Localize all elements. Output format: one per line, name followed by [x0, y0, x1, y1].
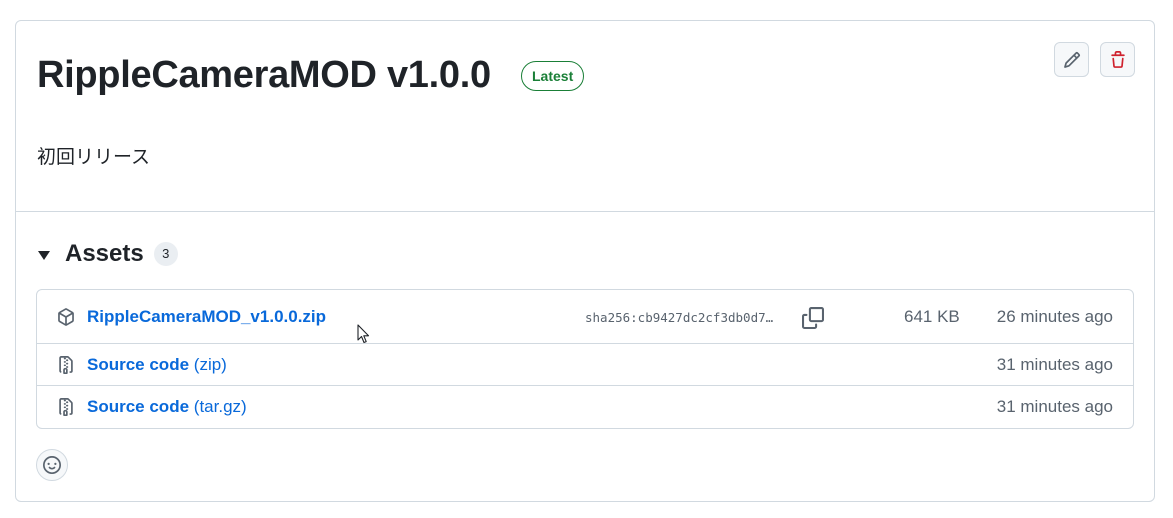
link-label: Source code	[87, 355, 190, 374]
assets-heading: Assets	[65, 240, 144, 267]
add-reaction-button[interactable]	[36, 449, 68, 481]
file-zip-icon	[59, 398, 73, 416]
assets-toggle[interactable]: Assets 3	[36, 239, 178, 269]
delete-button[interactable]	[1100, 42, 1135, 77]
asset-time: 26 minutes ago	[996, 307, 1113, 326]
release-card: RippleCameraMOD v1.0.0 Latest 初回リリース Ass…	[15, 20, 1155, 502]
release-header: RippleCameraMOD v1.0.0 Latest 初回リリース	[16, 21, 1154, 211]
copy-sha-button[interactable]	[802, 307, 824, 329]
release-notes: 初回リリース	[37, 147, 151, 168]
list-item: Source code (zip) 31 minutes ago	[37, 344, 1133, 386]
list-item: RippleCameraMOD_v1.0.0.zip sha256:cb9427…	[37, 290, 1133, 344]
mouse-cursor-icon	[357, 324, 370, 344]
list-item: Source code (tar.gz) 31 minutes ago	[37, 386, 1133, 428]
link-suffix: (zip)	[193, 355, 227, 374]
latest-badge: Latest	[521, 61, 585, 91]
release-title: RippleCameraMOD v1.0.0	[37, 54, 491, 96]
asset-time: 31 minutes ago	[996, 355, 1113, 374]
asset-download-link[interactable]: RippleCameraMOD_v1.0.0.zip	[87, 307, 326, 327]
source-code-targz-link[interactable]: Source code (tar.gz)	[87, 397, 247, 417]
trash-icon	[1110, 50, 1125, 68]
assets-count-badge: 3	[153, 242, 178, 266]
pencil-icon	[1063, 51, 1080, 68]
asset-sha256: sha256:cb9427dc2cf3db0d7…	[585, 310, 774, 325]
file-zip-icon	[59, 356, 73, 374]
asset-size: 641 KB	[904, 307, 960, 326]
edit-button[interactable]	[1054, 42, 1089, 77]
copy-icon	[802, 307, 824, 329]
asset-list: RippleCameraMOD_v1.0.0.zip sha256:cb9427…	[36, 289, 1134, 429]
section-divider	[16, 211, 1154, 212]
package-icon	[58, 308, 74, 326]
asset-time: 31 minutes ago	[996, 397, 1113, 416]
smiley-icon	[43, 456, 61, 474]
caret-down-icon	[38, 250, 50, 260]
link-suffix: (tar.gz)	[193, 397, 247, 416]
link-label: Source code	[87, 397, 190, 416]
source-code-zip-link[interactable]: Source code (zip)	[87, 355, 227, 375]
